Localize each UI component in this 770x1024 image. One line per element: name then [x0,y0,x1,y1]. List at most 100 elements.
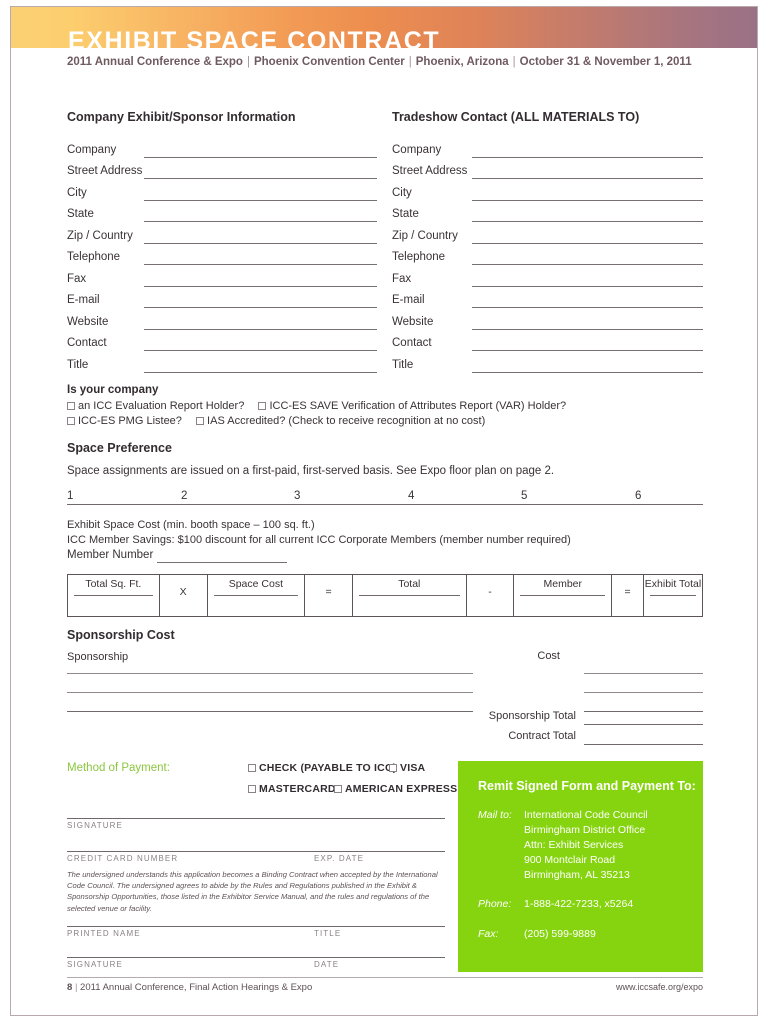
field-row-tradeshow-fax[interactable]: Fax [392,272,703,288]
calc-cell-exhibit-total[interactable]: Exhibit Total [644,575,702,616]
field-row-company-company[interactable]: Company [67,143,377,159]
field-input-line[interactable] [144,307,377,308]
checkbox-label: ICC-ES SAVE Verification of Attributes R… [269,400,567,412]
field-input-line[interactable] [144,221,377,222]
field-input-line[interactable] [144,329,377,330]
field-row-tradeshow-title[interactable]: Title [392,358,703,374]
remit-address-line-1: Birmingham District Office [524,824,646,836]
field-row-member-number[interactable]: Member Number [67,548,287,564]
field-row-company-street-address[interactable]: Street Address [67,164,377,180]
printed-name-line[interactable] [67,926,445,927]
space-preference-entry-line[interactable] [67,504,703,505]
field-row-tradeshow-email[interactable]: E-mail [392,293,703,309]
checkbox-label: ICC-ES PMG Listee? [78,415,182,427]
calc-cell-underline [74,595,153,596]
space-pref-number-3: 3 [294,490,301,502]
field-row-company-title[interactable]: Title [67,358,377,374]
cost-entry-line-3[interactable] [584,711,703,712]
sponsorship-entry-line-2[interactable] [67,692,473,693]
space-pref-number-1: 1 [67,490,74,502]
field-row-tradeshow-telephone[interactable]: Telephone [392,250,703,266]
cost-entry-line-1[interactable] [584,673,703,674]
credit-card-number-line[interactable] [67,851,445,852]
calc-cell-underline [213,595,299,596]
checkbox-check-payable-to-icc[interactable] [248,764,256,772]
field-row-company-city[interactable]: City [67,186,377,202]
contract-total-line[interactable] [584,744,703,745]
header-banner: EXHIBIT SPACE CONTRACT [11,7,757,48]
field-row-company-website[interactable]: Website [67,315,377,331]
checkbox-icc-evaluation-report-holder[interactable] [67,402,75,410]
field-input-line[interactable] [157,562,287,563]
signature-caption-2: SIGNATURE [67,960,123,969]
credit-card-number-caption: CREDIT CARD NUMBER [67,854,179,863]
payment-option-mastercard[interactable]: MASTERCARD [248,783,336,795]
payment-option-check[interactable]: CHECK (PAYABLE TO ICC) [248,762,396,774]
signature-line-1[interactable] [67,818,445,819]
field-input-line[interactable] [472,221,703,222]
field-input-line[interactable] [144,200,377,201]
field-row-tradeshow-city[interactable]: City [392,186,703,202]
subtitle-part-1: Phoenix Convention Center [253,56,405,68]
cost-entry-line-2[interactable] [584,692,703,693]
field-row-company-contact[interactable]: Contact [67,336,377,352]
checkbox-icces-save-var-holder[interactable] [258,402,267,410]
field-row-tradeshow-website[interactable]: Website [392,315,703,331]
field-input-line[interactable] [472,372,703,373]
field-row-tradeshow-company[interactable]: Company [392,143,703,159]
field-input-line[interactable] [472,157,703,158]
checkbox-icces-pmg-listee[interactable] [67,417,75,425]
payment-option-american-express[interactable]: AMERICAN EXPRESS [334,783,457,795]
field-input-line[interactable] [472,264,703,265]
remit-address-line-2: Attn: Exhibit Services [524,839,624,851]
field-input-line[interactable] [472,243,703,244]
subtitle-part-0: 2011 Annual Conference & Expo [67,56,243,68]
field-row-tradeshow-state[interactable]: State [392,207,703,223]
field-row-tradeshow-contact[interactable]: Contact [392,336,703,352]
sponsorship-total-line[interactable] [584,724,703,725]
footer-left-text: 8 | 2011 Annual Conference, Final Action… [67,982,312,993]
field-input-line[interactable] [144,286,377,287]
checkbox-american-express[interactable] [334,785,342,793]
field-input-line[interactable] [472,200,703,201]
field-row-tradeshow-zip-country[interactable]: Zip / Country [392,229,703,245]
checkbox-ias-accredited[interactable] [196,417,205,425]
field-row-company-zip-country[interactable]: Zip / Country [67,229,377,245]
sponsorship-entry-line-1[interactable] [67,673,473,674]
subtitle-part-2: Phoenix, Arizona [415,56,509,68]
remit-mail-to-label: Mail to: [478,809,512,821]
field-input-line[interactable] [472,307,703,308]
field-input-line[interactable] [144,264,377,265]
field-label: E-mail [67,294,100,306]
field-label: Telephone [392,251,446,263]
field-input-line[interactable] [472,350,703,351]
field-input-line[interactable] [472,178,703,179]
method-of-payment-heading: Method of Payment: [67,762,170,774]
field-row-company-email[interactable]: E-mail [67,293,377,309]
field-input-line[interactable] [144,157,377,158]
is-your-company-heading: Is your company [67,384,159,396]
calc-cell-total-sq-ft[interactable]: Total Sq. Ft. [68,575,160,616]
field-input-line[interactable] [144,243,377,244]
sponsorship-entry-line-3[interactable] [67,711,473,712]
field-input-line[interactable] [144,350,377,351]
field-input-line[interactable] [144,372,377,373]
field-row-company-fax[interactable]: Fax [67,272,377,288]
field-row-company-telephone[interactable]: Telephone [67,250,377,266]
calc-cell-member[interactable]: Member [514,575,613,616]
exhibit-space-cost-note: Exhibit Space Cost (min. booth space – 1… [67,519,315,531]
field-input-line[interactable] [472,286,703,287]
signature-line-2[interactable] [67,957,445,958]
field-label: Contact [67,337,107,349]
field-input-line[interactable] [144,178,377,179]
checkbox-visa[interactable] [389,764,397,772]
calc-cell-space-cost[interactable]: Space Cost [208,575,306,616]
field-row-company-state[interactable]: State [67,207,377,223]
space-pref-number-4: 4 [408,490,415,502]
calc-cell-total[interactable]: Total [353,575,467,616]
payment-option-visa[interactable]: VISA [389,762,425,774]
field-label: State [392,208,419,220]
checkbox-mastercard[interactable] [248,785,256,793]
field-row-tradeshow-street-address[interactable]: Street Address [392,164,703,180]
field-input-line[interactable] [472,329,703,330]
